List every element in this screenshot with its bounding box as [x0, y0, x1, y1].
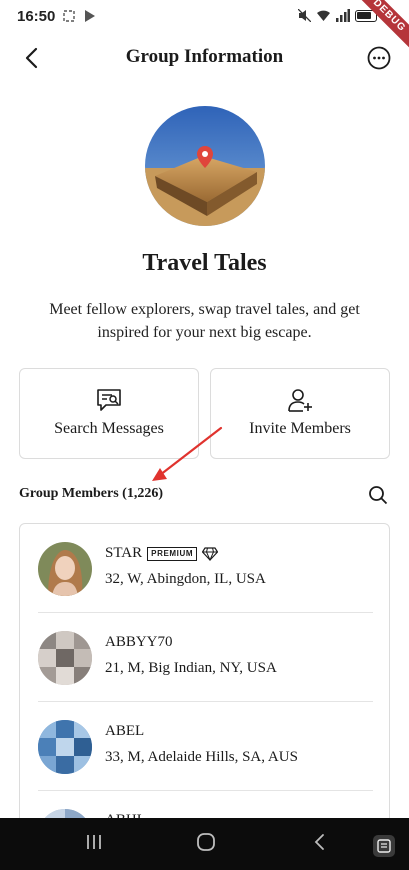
more-options-button[interactable]: [367, 46, 391, 70]
member-row[interactable]: STAR PREMIUM 32, W, Abingdon, IL, USA: [38, 524, 373, 613]
nav-back-button[interactable]: [312, 832, 328, 852]
member-name: ABBYY70: [105, 634, 173, 650]
status-right-icons: [298, 9, 377, 22]
search-messages-label: Search Messages: [54, 420, 164, 437]
search-messages-button[interactable]: Search Messages: [19, 368, 199, 459]
search-messages-icon: [97, 389, 121, 411]
invite-members-button[interactable]: Invite Members: [210, 368, 390, 459]
search-icon: [369, 486, 384, 501]
member-name: STAR: [105, 545, 143, 561]
status-left-icons: [62, 9, 96, 23]
add-user-icon: [288, 389, 312, 412]
premium-badge: PREMIUM: [147, 546, 198, 561]
members-list: STAR PREMIUM 32, W, Abingdon, IL, USA AB…: [19, 523, 390, 843]
member-name: ABEL: [105, 723, 145, 739]
member-avatar: [38, 720, 92, 774]
diamond-icon: [202, 546, 219, 561]
member-avatar: [38, 542, 92, 596]
status-time: 16:50: [17, 8, 56, 25]
recent-apps-button[interactable]: [85, 832, 103, 852]
member-row[interactable]: ABEL 33, M, Adelaide Hills, SA, AUS: [38, 702, 373, 791]
group-avatar: [145, 106, 265, 226]
member-search-button[interactable]: [368, 485, 388, 505]
assistant-button[interactable]: [373, 835, 395, 857]
member-info: 21, M, Big Indian, NY, USA: [105, 660, 277, 676]
navigation-bar: [0, 818, 409, 870]
page-title: Group Information: [125, 46, 284, 67]
member-row[interactable]: ABBYY70 21, M, Big Indian, NY, USA: [38, 613, 373, 702]
invite-members-label: Invite Members: [249, 420, 351, 437]
members-heading: Group Members (1,226): [19, 486, 163, 501]
header: Group Information: [0, 38, 409, 78]
status-bar: 16:50 DEBUG: [0, 0, 409, 58]
group-description: Meet fellow explorers, swap travel tales…: [49, 301, 360, 341]
play-store-icon: [85, 10, 95, 22]
member-info: 33, M, Adelaide Hills, SA, AUS: [105, 749, 298, 765]
member-info: 32, W, Abingdon, IL, USA: [105, 571, 266, 587]
document-scan-icon: [377, 839, 391, 853]
home-button[interactable]: [196, 832, 216, 852]
group-name: Travel Tales: [142, 250, 267, 276]
screenshot-icon: [63, 10, 75, 22]
signal-icon: [336, 9, 350, 22]
wifi-icon: [317, 10, 330, 21]
mute-icon: [298, 9, 311, 22]
member-avatar: [38, 631, 92, 685]
